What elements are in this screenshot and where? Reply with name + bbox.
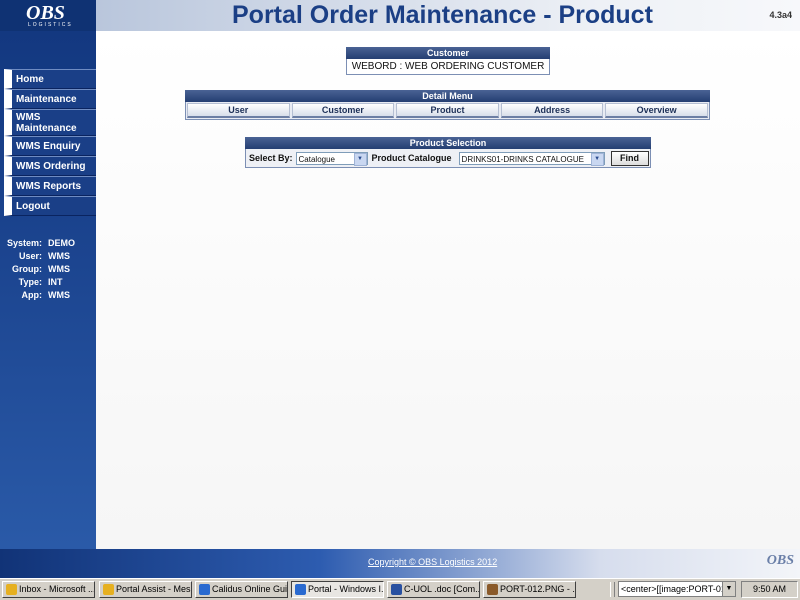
sidebar-item-wms-maintenance[interactable]: WMS Maintenance xyxy=(4,109,96,136)
taskbar-word-doc[interactable]: C-UOL .doc [Com... xyxy=(387,581,480,598)
nav-label: WMS Reports xyxy=(16,180,81,192)
customer-value: WEBORD : WEB ORDERING CUSTOMER xyxy=(346,59,550,75)
info-value: WMS xyxy=(48,290,70,300)
obs-logo: OBS LOGISTICS xyxy=(0,0,96,31)
detail-menu-heading: Detail Menu xyxy=(185,90,710,102)
info-label: Group: xyxy=(12,264,42,274)
product-catalogue-dropdown[interactable]: DRINKS01-DRINKS CATALOGUE ▼ xyxy=(458,151,605,166)
windows-taskbar: Inbox - Microsoft ... Portal Assist - Me… xyxy=(0,578,800,600)
browser-icon xyxy=(295,584,306,595)
info-row-app: App: WMS xyxy=(0,289,96,302)
outlook-icon xyxy=(6,584,17,595)
info-row-system: System: DEMO xyxy=(0,237,96,250)
catalogue-label: Product Catalogue xyxy=(371,153,452,163)
customer-panel: Customer WEBORD : WEB ORDERING CUSTOMER xyxy=(346,47,550,75)
clock-text: 9:50 AM xyxy=(752,584,787,594)
task-label: Portal - Windows I... xyxy=(308,584,384,594)
main-content: Customer WEBORD : WEB ORDERING CUSTOMER … xyxy=(96,31,800,549)
footer-bar: Copyright © OBS Logistics 2012 OBS xyxy=(0,549,800,578)
info-row-group: Group: WMS xyxy=(0,263,96,276)
nav-label: WMS Maintenance xyxy=(16,111,77,134)
info-value: WMS xyxy=(48,251,70,261)
page-title: Portal Order Maintenance - Product xyxy=(232,1,653,29)
taskbar-portal-assist[interactable]: Portal Assist - Mes... xyxy=(99,581,192,598)
system-info: System: DEMO User: WMS Group: WMS Type: INT … xyxy=(0,237,96,302)
select-by-value: Catalogue xyxy=(298,154,336,164)
task-label: Calidus Online Gui... xyxy=(212,584,288,594)
sidebar: Home Maintenance WMS Maintenance WMS Enq… xyxy=(0,31,96,549)
info-row-user: User: WMS xyxy=(0,250,96,263)
taskbar-outlook-inbox[interactable]: Inbox - Microsoft ... xyxy=(2,581,95,598)
detail-menu: Detail Menu User Customer Product Addres… xyxy=(185,90,710,120)
task-label: C-UOL .doc [Com... xyxy=(404,584,480,594)
select-by-dropdown[interactable]: Catalogue ▼ xyxy=(295,151,368,166)
chevron-down-icon[interactable]: ▼ xyxy=(722,582,735,596)
info-label: App: xyxy=(21,290,43,300)
nav-label: Home xyxy=(16,73,44,85)
find-button[interactable]: Find xyxy=(610,150,649,166)
customer-heading: Customer xyxy=(346,47,550,59)
toolbar-grip[interactable] xyxy=(610,582,615,597)
sidebar-item-wms-enquiry[interactable]: WMS Enquiry xyxy=(4,136,96,156)
task-label: PORT-012.PNG - ... xyxy=(500,584,576,594)
select-by-label: Select By: xyxy=(249,153,293,163)
detail-user-button[interactable]: User xyxy=(187,103,290,118)
detail-customer-button[interactable]: Customer xyxy=(291,103,395,118)
sidebar-item-wms-ordering[interactable]: WMS Ordering xyxy=(4,156,96,176)
chevron-down-icon[interactable]: ▼ xyxy=(353,152,367,166)
taskbar-calidus-guide[interactable]: Calidus Online Gui... xyxy=(195,581,288,598)
message-icon xyxy=(103,584,114,595)
info-label: System: xyxy=(6,238,42,248)
taskbar-portal-ie[interactable]: Portal - Windows I... xyxy=(291,581,384,598)
header-bar: OBS LOGISTICS Portal Order Maintenance -… xyxy=(0,0,800,31)
product-selection-heading: Product Selection xyxy=(245,137,651,149)
word-icon xyxy=(391,584,402,595)
sidebar-item-logout[interactable]: Logout xyxy=(4,196,96,216)
info-label: Type: xyxy=(18,277,42,287)
logo-subtext: LOGISTICS xyxy=(28,22,73,28)
catalogue-value: DRINKS01-DRINKS CATALOGUE xyxy=(461,154,584,164)
browser-icon xyxy=(199,584,210,595)
footer-logo: OBS xyxy=(766,553,794,568)
sidebar-item-wms-reports[interactable]: WMS Reports xyxy=(4,176,96,196)
nav-label: Logout xyxy=(16,200,50,212)
info-value: DEMO xyxy=(48,238,75,248)
task-label: Portal Assist - Mes... xyxy=(116,584,192,594)
sidebar-item-home[interactable]: Home xyxy=(4,69,96,89)
info-row-type: Type: INT xyxy=(0,276,96,289)
product-selection-panel: Product Selection Select By: Catalogue ▼… xyxy=(245,137,651,168)
product-selection-row: Select By: Catalogue ▼ Product Catalogue… xyxy=(245,149,651,168)
nav-label: WMS Ordering xyxy=(16,160,86,172)
nav-label: Maintenance xyxy=(16,93,77,105)
detail-address-button[interactable]: Address xyxy=(500,103,604,118)
address-value: <center>[[image:PORT-011 xyxy=(621,584,731,594)
version-label: 4.3a4 xyxy=(769,10,792,20)
info-value: WMS xyxy=(48,264,70,274)
nav-label: WMS Enquiry xyxy=(16,140,81,152)
chevron-down-icon[interactable]: ▼ xyxy=(590,152,604,166)
taskbar-png-viewer[interactable]: PORT-012.PNG - ... xyxy=(483,581,576,598)
info-label: User: xyxy=(18,251,42,261)
copyright-link[interactable]: Copyright © OBS Logistics 2012 xyxy=(368,557,497,567)
sidebar-item-maintenance[interactable]: Maintenance xyxy=(4,89,96,109)
detail-product-button[interactable]: Product xyxy=(396,103,499,118)
sidebar-nav: Home Maintenance WMS Maintenance WMS Enq… xyxy=(0,69,96,216)
address-toolbar-input[interactable]: <center>[[image:PORT-011 ▼ xyxy=(618,581,736,597)
paint-icon xyxy=(487,584,498,595)
task-label: Inbox - Microsoft ... xyxy=(19,584,95,594)
system-tray-clock[interactable]: 9:50 AM xyxy=(741,581,798,598)
detail-menu-buttons: User Customer Product Address Overview xyxy=(185,102,710,120)
detail-overview-button[interactable]: Overview xyxy=(605,103,708,118)
info-value: INT xyxy=(48,277,63,287)
